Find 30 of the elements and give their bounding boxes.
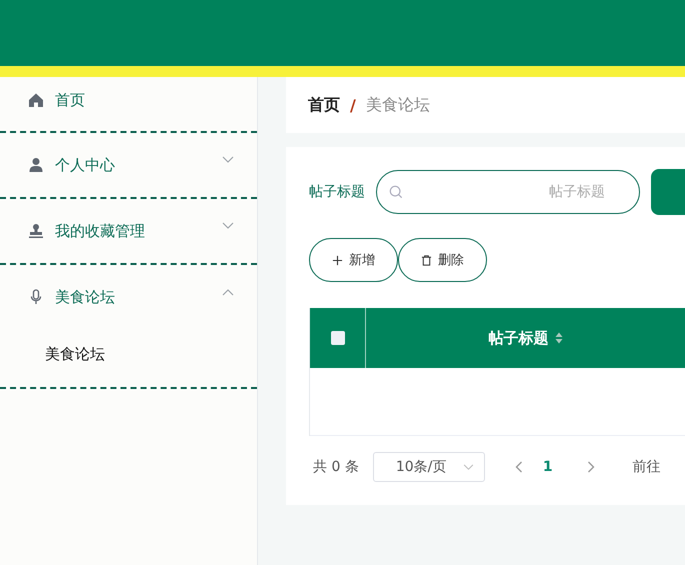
home-icon bbox=[28, 92, 44, 108]
previous-page-icon[interactable] bbox=[514, 461, 523, 473]
menu-item[interactable]: 美食论坛 bbox=[0, 265, 257, 329]
delete-button[interactable]: 删除 bbox=[398, 238, 487, 282]
search-label: 帖子标题 bbox=[309, 183, 365, 201]
menu-item[interactable]: 首页 bbox=[0, 77, 257, 131]
menu-label: 首页 bbox=[55, 90, 86, 110]
add-button[interactable]: 新增 bbox=[309, 238, 398, 282]
submenu-item[interactable]: 美食论坛 bbox=[0, 329, 257, 387]
breadcrumb-separator: / bbox=[350, 96, 356, 114]
user-icon bbox=[28, 157, 44, 173]
total-count: 共 0 条 bbox=[313, 458, 359, 476]
plus-icon bbox=[332, 254, 343, 266]
breadcrumb-link[interactable]: 首页 bbox=[308, 94, 340, 116]
goto-label: 前往 bbox=[632, 458, 661, 476]
select-all-checkbox[interactable] bbox=[330, 331, 344, 345]
search-icon bbox=[389, 185, 403, 199]
stamp-icon bbox=[28, 223, 44, 239]
menu-label: 美食论坛 bbox=[55, 288, 116, 306]
next-page-icon[interactable] bbox=[586, 461, 595, 473]
chevron-down-icon bbox=[462, 464, 474, 470]
page-number[interactable]: 1 bbox=[542, 459, 553, 475]
search-field[interactable]: 帖子标题 bbox=[376, 170, 640, 214]
menu-label: 我的收藏管理 bbox=[55, 222, 146, 240]
menu-label: 个人中心 bbox=[55, 156, 116, 174]
trash-icon bbox=[421, 254, 432, 266]
menu-item[interactable]: 我的收藏管理 bbox=[0, 199, 257, 263]
microphone-icon bbox=[28, 289, 44, 305]
page-size-select[interactable]: 10条/页 bbox=[372, 452, 485, 482]
menu-item[interactable]: 个人中心 bbox=[0, 133, 257, 197]
